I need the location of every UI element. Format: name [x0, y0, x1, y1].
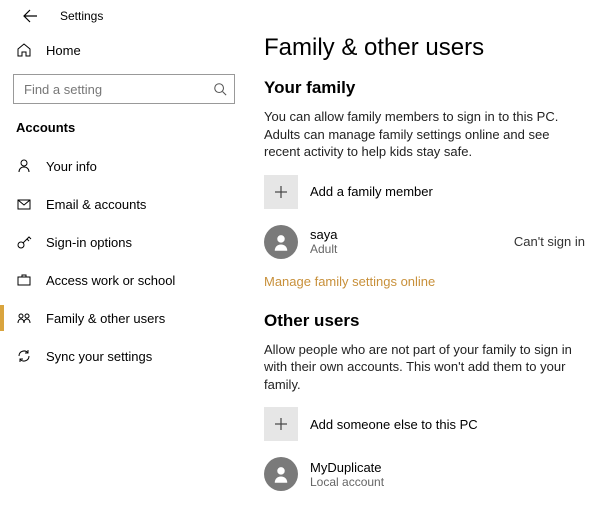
arrow-left-icon	[22, 8, 38, 24]
home-button[interactable]: Home	[0, 32, 248, 68]
briefcase-icon	[16, 272, 32, 288]
add-other-user-button[interactable]: Add someone else to this PC	[264, 407, 585, 441]
window-title: Settings	[60, 9, 103, 23]
home-icon	[16, 42, 32, 58]
other-users-heading: Other users	[264, 311, 585, 331]
sidebar: Home Accounts Your info Email & accounts…	[0, 32, 248, 505]
sidebar-item-email-accounts[interactable]: Email & accounts	[0, 185, 248, 223]
other-user-info: MyDuplicate Local account	[310, 460, 585, 489]
search-container	[13, 74, 235, 104]
sidebar-item-label: Sign-in options	[46, 235, 132, 250]
avatar	[264, 457, 298, 491]
sidebar-item-label: Family & other users	[46, 311, 165, 326]
add-family-member-button[interactable]: Add a family member	[264, 175, 585, 209]
sidebar-item-your-info[interactable]: Your info	[0, 147, 248, 185]
other-user-row[interactable]: MyDuplicate Local account	[264, 457, 585, 491]
other-user-role: Local account	[310, 475, 585, 489]
key-icon	[16, 234, 32, 250]
plus-icon	[264, 407, 298, 441]
manage-family-link[interactable]: Manage family settings online	[264, 274, 435, 289]
sidebar-item-family-other-users[interactable]: Family & other users	[0, 299, 248, 337]
avatar	[264, 225, 298, 259]
category-header: Accounts	[0, 116, 248, 147]
content-area: Home Accounts Your info Email & accounts…	[0, 32, 607, 505]
family-member-info: saya Adult	[310, 227, 514, 256]
sidebar-item-label: Your info	[46, 159, 97, 174]
back-button[interactable]	[14, 0, 46, 32]
window-header: Settings	[0, 0, 607, 32]
sidebar-item-label: Email & accounts	[46, 197, 146, 212]
main-panel: Family & other users Your family You can…	[248, 32, 607, 505]
sidebar-item-access-work-school[interactable]: Access work or school	[0, 261, 248, 299]
sidebar-item-label: Access work or school	[46, 273, 175, 288]
search-input[interactable]	[13, 74, 235, 104]
sidebar-item-sync-settings[interactable]: Sync your settings	[0, 337, 248, 375]
plus-icon	[264, 175, 298, 209]
mail-icon	[16, 196, 32, 212]
family-member-row[interactable]: saya Adult Can't sign in	[264, 225, 585, 259]
other-user-name: MyDuplicate	[310, 460, 585, 475]
search-icon	[213, 82, 227, 96]
people-icon	[16, 310, 32, 326]
sidebar-item-label: Sync your settings	[46, 349, 152, 364]
other-users-description: Allow people who are not part of your fa…	[264, 341, 585, 394]
sidebar-item-sign-in-options[interactable]: Sign-in options	[0, 223, 248, 261]
family-description: You can allow family members to sign in …	[264, 108, 585, 161]
family-member-role: Adult	[310, 242, 514, 256]
sync-icon	[16, 348, 32, 364]
home-label: Home	[46, 43, 81, 58]
family-member-status: Can't sign in	[514, 234, 585, 249]
person-icon	[16, 158, 32, 174]
page-title: Family & other users	[264, 34, 585, 62]
family-member-name: saya	[310, 227, 514, 242]
family-heading: Your family	[264, 78, 585, 98]
add-family-label: Add a family member	[310, 184, 433, 199]
add-other-label: Add someone else to this PC	[310, 417, 478, 432]
